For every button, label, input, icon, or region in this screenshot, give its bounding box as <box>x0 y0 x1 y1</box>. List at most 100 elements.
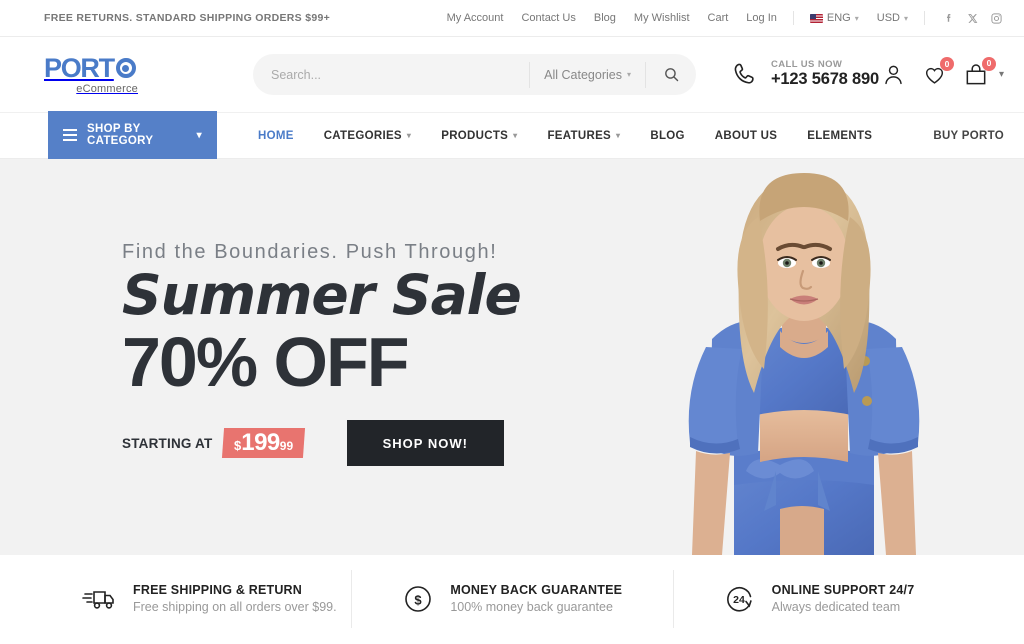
top-link-cart[interactable]: Cart <box>699 12 738 24</box>
logo[interactable]: PORT eCommerce <box>44 52 140 95</box>
search-input[interactable] <box>253 54 530 95</box>
hero-model-image <box>584 159 1024 555</box>
top-link-log-in[interactable]: Log In <box>737 12 786 24</box>
chevron-down-icon: ▾ <box>626 70 631 79</box>
logo-tagline: eCommerce <box>76 82 138 95</box>
feature-text: MONEY BACK GUARANTEE 100% money back gua… <box>450 582 622 617</box>
feature-desc: Always dedicated team <box>771 600 901 614</box>
feature-title: FREE SHIPPING & RETURN <box>133 582 302 597</box>
facebook-icon[interactable] <box>936 6 960 30</box>
divider <box>924 11 925 25</box>
feature-bar: FREE SHIPPING & RETURN Free shipping on … <box>0 555 1024 643</box>
nav-item-products[interactable]: PRODUCTS ▾ <box>426 130 532 142</box>
nav-item-about-us[interactable]: ABOUT US <box>700 130 792 142</box>
shop-by-category-button[interactable]: SHOP BY CATEGORY ▾ <box>48 111 217 159</box>
chevron-down-icon: ▾ <box>406 131 412 140</box>
nav-label: ABOUT US <box>714 129 778 142</box>
hero-copy: Find the Boundaries. Push Through! Summe… <box>122 241 522 467</box>
top-link-my-wishlist[interactable]: My Wishlist <box>625 12 699 24</box>
svg-text:$: $ <box>415 593 423 608</box>
top-link-blog[interactable]: Blog <box>585 12 625 24</box>
feature-free-shipping: FREE SHIPPING & RETURN Free shipping on … <box>30 570 351 628</box>
cart-button[interactable]: 0 <box>963 56 996 88</box>
logo-text: PORT <box>44 52 115 83</box>
support-24-icon: 24 <box>725 584 755 614</box>
category-label: All Categories <box>544 67 622 82</box>
top-link-contact-us[interactable]: Contact Us <box>512 12 584 24</box>
category-dropdown[interactable]: All Categories ▾ <box>530 68 645 82</box>
call-us-block: CALL US NOW +123 5678 890 <box>730 58 879 90</box>
feature-online-support: 24 ONLINE SUPPORT 24/7 Always dedicated … <box>672 570 994 628</box>
currency-label: USD <box>876 12 900 24</box>
chevron-down-icon: ▾ <box>196 129 202 141</box>
phone-icon <box>734 63 754 84</box>
nav-label: CATEGORIES <box>323 129 402 142</box>
svg-text:24: 24 <box>733 594 745 606</box>
hamburger-icon <box>63 129 77 141</box>
user-icon <box>885 65 902 85</box>
chevron-down-icon: ▾ <box>513 131 518 140</box>
wishlist-count-badge: 0 <box>939 57 954 71</box>
nav-label: BLOG <box>650 129 685 142</box>
feature-text: FREE SHIPPING & RETURN Free shipping on … <box>133 582 337 617</box>
nav-item-blog[interactable]: BLOG <box>635 130 699 142</box>
chevron-down-icon: ▾ <box>854 13 859 23</box>
top-bar-right: My Account Contact Us Blog My Wishlist C… <box>438 6 1008 30</box>
divider <box>792 11 794 25</box>
buy-porto-link[interactable]: BUY PORTO <box>933 130 1004 142</box>
instagram-icon[interactable] <box>984 6 1008 30</box>
logo-wordmark: PORT <box>44 52 140 83</box>
chevron-down-icon[interactable]: ▾ <box>999 69 1004 80</box>
phone-text: CALL US NOW +123 5678 890 <box>771 58 879 90</box>
price-badge: $ 199 99 <box>222 428 306 459</box>
shop-now-button[interactable]: SHOP NOW! <box>346 420 504 467</box>
site-header: PORT eCommerce All Categories ▾ CALL US … <box>0 37 1024 112</box>
nav-links: HOME CATEGORIES ▾ PRODUCTS ▾ FEATURES ▾ … <box>243 130 887 142</box>
search-button[interactable] <box>646 54 696 95</box>
nav-item-elements[interactable]: ELEMENTS <box>792 130 887 142</box>
page-root: FREE RETURNS. STANDARD SHIPPING ORDERS $… <box>0 0 1024 644</box>
price-amount: 199 <box>241 429 281 457</box>
top-link-my-account[interactable]: My Account <box>438 12 513 24</box>
language-selector[interactable]: ENG ▾ <box>801 12 868 24</box>
nav-label: PRODUCTS <box>441 129 509 142</box>
feature-title: MONEY BACK GUARANTEE <box>450 582 623 597</box>
nav-label: ELEMENTS <box>807 129 873 142</box>
price-cents: 99 <box>280 439 294 454</box>
hero-script-title: Summer Sale <box>122 263 522 327</box>
hero-discount: 70% OFF <box>122 322 410 401</box>
nav-item-categories[interactable]: CATEGORIES ▾ <box>309 130 427 142</box>
header-actions: 0 0 ▾ <box>881 56 1004 88</box>
currency-selector[interactable]: USD ▾ <box>868 12 917 24</box>
dollar-coin-icon: $ <box>403 584 433 614</box>
chevron-down-icon: ▾ <box>903 13 908 23</box>
account-button[interactable] <box>881 62 906 87</box>
hero-banner: Find the Boundaries. Push Through! Summe… <box>0 159 1024 555</box>
logo-o-icon <box>115 58 136 78</box>
delivery-truck-icon <box>82 586 116 612</box>
language-label: ENG <box>826 12 851 24</box>
promo-text: FREE RETURNS. STANDARD SHIPPING ORDERS $… <box>44 12 331 24</box>
nav-label: FEATURES <box>547 129 612 142</box>
nav-label: HOME <box>258 129 294 142</box>
wishlist-button[interactable]: 0 <box>922 57 954 87</box>
search-icon <box>664 68 678 82</box>
feature-desc: Free shipping on all orders over $99. <box>133 600 337 614</box>
cart-count-badge: 0 <box>981 56 996 71</box>
hero-cta-row: STARTING AT $ 199 99 SHOP NOW! <box>122 420 521 467</box>
x-twitter-icon[interactable] <box>960 6 984 30</box>
nav-item-features[interactable]: FEATURES ▾ <box>532 130 635 142</box>
shop-by-category-label: SHOP BY CATEGORY <box>87 123 154 147</box>
phone-number: +123 5678 890 <box>771 70 879 89</box>
main-nav: SHOP BY CATEGORY ▾ HOME CATEGORIES ▾ PRO… <box>0 111 1024 159</box>
feature-text: ONLINE SUPPORT 24/7 Always dedicated tea… <box>772 582 915 617</box>
feature-money-back: $ MONEY BACK GUARANTEE 100% money back g… <box>351 570 672 628</box>
hero-subtitle: Find the Boundaries. Push Through! <box>122 241 498 263</box>
social-links <box>936 6 1008 30</box>
top-bar: FREE RETURNS. STANDARD SHIPPING ORDERS $… <box>0 0 1024 37</box>
feature-desc: 100% money back guarantee <box>450 600 613 614</box>
feature-title: ONLINE SUPPORT 24/7 <box>771 582 915 597</box>
starting-at-label: STARTING AT <box>122 435 213 451</box>
nav-item-home[interactable]: HOME <box>243 130 309 142</box>
call-us-label: CALL US NOW <box>771 58 843 70</box>
